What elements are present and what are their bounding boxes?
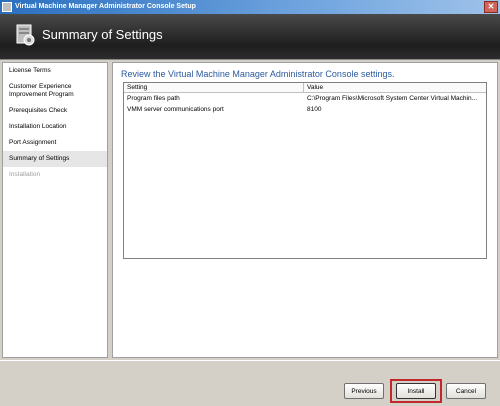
sidebar-item-license-terms[interactable]: License Terms [3,63,107,79]
cancel-button[interactable]: Cancel [446,383,486,399]
table-header: Setting Value [124,83,486,93]
button-bar: Previous Install Cancel [0,360,500,406]
previous-button[interactable]: Previous [344,383,384,399]
page-title: Summary of Settings [42,27,163,42]
header-banner: Summary of Settings [0,14,500,60]
table-cell-value: C:\Program Files\Microsoft System Center… [307,95,478,102]
sidebar-item-prerequisites[interactable]: Prerequisites Check [3,103,107,119]
table-cell-value: 8100 [307,106,322,113]
install-button[interactable]: Install [396,383,436,399]
sidebar-item-port-assignment[interactable]: Port Assignment [3,135,107,151]
table-row[interactable]: Program files path C:\Program Files\Micr… [124,93,486,104]
app-icon [2,2,12,12]
table-cell-setting: VMM server communications port [127,106,224,113]
main-content: Review the Virtual Machine Manager Admin… [112,62,498,358]
column-header-setting[interactable]: Setting [124,83,304,92]
settings-table[interactable]: Setting Value Program files path C:\Prog… [123,82,487,259]
window-title: Virtual Machine Manager Administrator Co… [15,3,196,10]
review-instructions: Review the Virtual Machine Manager Admin… [121,69,395,79]
sidebar-item-installation-location[interactable]: Installation Location [3,119,107,135]
column-header-value[interactable]: Value [304,83,486,92]
close-button[interactable]: ✕ [484,1,498,13]
setup-icon [16,24,35,46]
table-row[interactable]: VMM server communications port 8100 [124,104,486,115]
sidebar-item-summary[interactable]: Summary of Settings [3,151,107,167]
sidebar-item-customer-experience[interactable]: Customer Experience Improvement Program [3,79,107,103]
steps-sidebar: License Terms Customer Experience Improv… [2,62,108,358]
title-bar: Virtual Machine Manager Administrator Co… [0,0,500,14]
sidebar-item-installation: Installation [9,171,41,178]
table-cell-setting: Program files path [127,95,180,102]
